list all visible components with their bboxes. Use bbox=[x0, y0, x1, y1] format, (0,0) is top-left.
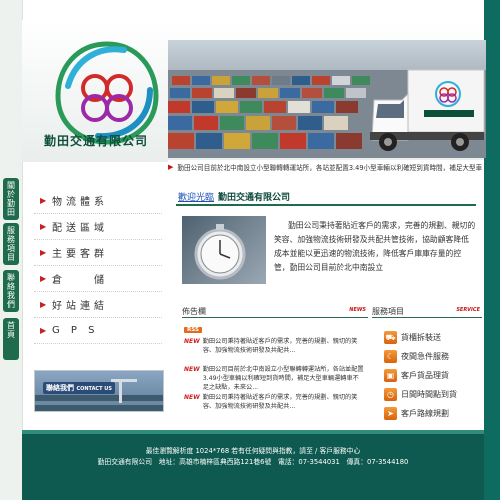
bullet-arrow-icon: ▶ bbox=[40, 274, 47, 283]
welcome-divider bbox=[176, 204, 476, 206]
welcome-title: 歡迎光臨 勤田交通有限公司 bbox=[178, 190, 290, 203]
hero-banner bbox=[168, 40, 486, 158]
company-name: 勤田交通有限公司 bbox=[43, 134, 148, 148]
news-item[interactable]: NEW 勤田公司目前於北中南設立小型聯轉轉運站所，各站並配置3.49小型車輛以利確… bbox=[184, 365, 364, 393]
delivery-truck-image bbox=[370, 69, 485, 151]
rss-button[interactable]: RSS bbox=[184, 327, 202, 333]
stopwatch-image bbox=[182, 216, 266, 284]
menu-item-warehouse[interactable]: ▶ 倉 儲 bbox=[34, 266, 162, 292]
bullet-arrow-icon: ▶ bbox=[40, 326, 47, 335]
service-heading: 服務項目 SERVICE bbox=[372, 307, 482, 318]
news-ticker[interactable]: ▶ 勤田公司目前於北中南設立小型聯轉轉運站所，各站並配置3.49小型車輛以利確短… bbox=[168, 160, 484, 174]
welcome-company: 勤田交通有限公司 bbox=[218, 193, 291, 203]
menu-item-logistics[interactable]: ▶ 物流體系 bbox=[34, 188, 162, 214]
news-heading: 佈告欄 NEWS bbox=[182, 307, 368, 318]
service-item-night[interactable]: ☾ 夜間急件服務 bbox=[384, 347, 480, 366]
right-band bbox=[484, 0, 500, 500]
news-item[interactable]: NEW 勤田公司秉持著貼近客戶的需求，完善的規劃、親切的笑容、加強物流技術研發及共… bbox=[184, 393, 364, 421]
bullet-arrow-icon: ▶ bbox=[40, 248, 47, 257]
service-item-sorting[interactable]: ▣ 客戶貨品理貨 bbox=[384, 366, 480, 385]
menu-item-gps[interactable]: ▶ G P S bbox=[34, 318, 162, 344]
menu-item-links[interactable]: ▶ 好站連結 bbox=[34, 292, 162, 318]
service-list: ⛟ 貨櫃拆裝送 ☾ 夜間急件服務 ▣ 客戶貨品理貨 ◷ 日間時間點到貨 ➤ 客戶路線規劃 bbox=[384, 328, 480, 423]
side-tab-services[interactable]: 服務項目 bbox=[3, 223, 19, 265]
side-tab-contact[interactable]: 聯絡我們 bbox=[3, 270, 19, 312]
bullet-arrow-icon: ▶ bbox=[40, 300, 47, 309]
footer-line-1: 最佳瀏覽解析度 1024*768 若有任何疑問與指教，請至 / 客戶服務中心 bbox=[145, 447, 361, 455]
moon-icon: ☾ bbox=[384, 350, 397, 363]
bullet-arrow-icon: ▶ bbox=[40, 222, 47, 231]
news-item[interactable]: NEW 勤田公司秉持著貼近客戶的需求，完善的規劃、親切的笑容、加強物流技術研發及共… bbox=[184, 337, 364, 365]
news-list: NEW 勤田公司秉持著貼近客戶的需求，完善的規劃、親切的笑容、加強物流技術研發及共… bbox=[184, 337, 364, 421]
route-icon: ➤ bbox=[384, 407, 397, 420]
service-item-timed[interactable]: ◷ 日間時間點到貨 bbox=[384, 385, 480, 404]
main-menu: ▶ 物流體系 ▶ 配送區域 ▶ 主要客群 ▶ 倉 儲 ▶ 好站連結 ▶ G P S bbox=[34, 188, 162, 344]
truck-icon: ⛟ bbox=[384, 331, 397, 344]
welcome-link[interactable]: 歡迎光臨 bbox=[178, 193, 214, 203]
bullet-arrow-icon: ▶ bbox=[40, 196, 47, 205]
ticker-text: 勤田公司目前於北中南設立小型聯轉轉運站所，各站並配置3.49小型車輛以利確短到貨… bbox=[177, 164, 483, 172]
ticker-arrow-icon: ▶ bbox=[168, 163, 174, 171]
side-tab-about[interactable]: 關於勤田 bbox=[3, 178, 19, 220]
service-item-container[interactable]: ⛟ 貨櫃拆裝送 bbox=[384, 328, 480, 347]
contact-us-banner[interactable]: 聯絡我們 CONTACT US bbox=[34, 370, 164, 412]
box-icon: ▣ bbox=[384, 369, 397, 382]
clock-icon: ◷ bbox=[384, 388, 397, 401]
welcome-text: 勤田公司秉持著貼近客戶的需求，完善的規劃、親切的笑容、加強物流技術研發及共配共管… bbox=[274, 221, 476, 272]
side-tab-home[interactable]: 首頁 bbox=[3, 318, 19, 360]
service-item-route[interactable]: ➤ 客戶路線規劃 bbox=[384, 404, 480, 423]
contact-label: 聯絡我們 CONTACT US bbox=[43, 382, 115, 394]
footer-line-2: 勤田交通有限公司 地址：高雄市楠梓區典西路121巷6號 電話：07-354403… bbox=[97, 458, 409, 466]
menu-item-customers[interactable]: ▶ 主要客群 bbox=[34, 240, 162, 266]
menu-item-delivery-area[interactable]: ▶ 配送區域 bbox=[34, 214, 162, 240]
footer: 最佳瀏覽解析度 1024*768 若有任何疑問與指教，請至 / 客戶服務中心 勤… bbox=[22, 434, 484, 500]
